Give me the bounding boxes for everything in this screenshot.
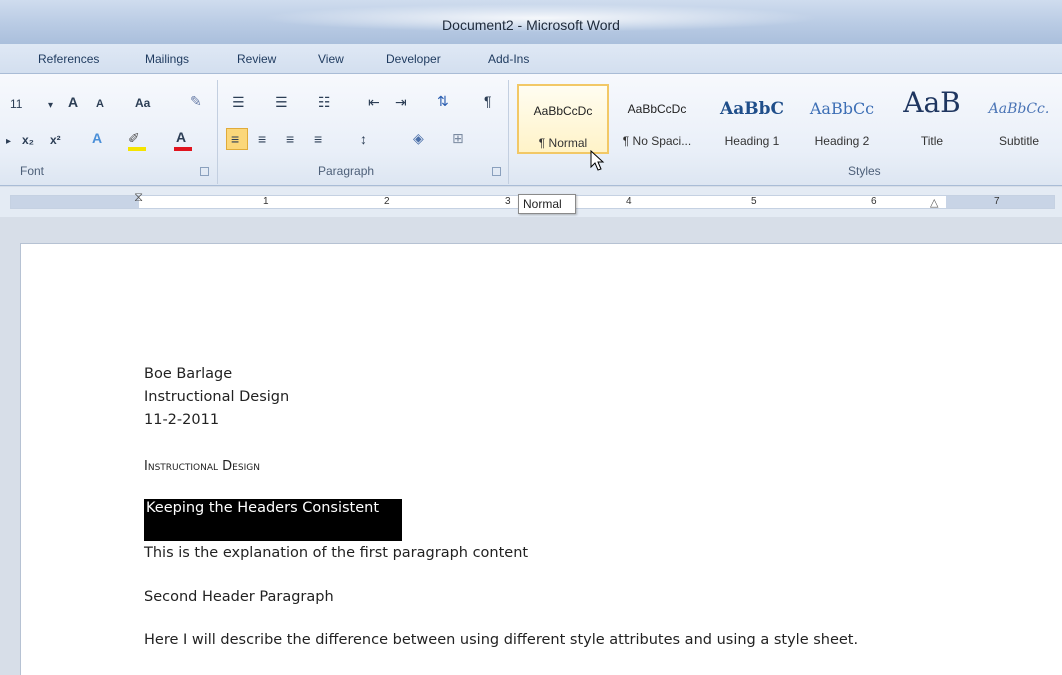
style-name: ¶ No Spaci... — [622, 134, 692, 148]
doc-paragraph-1[interactable]: This is the explanation of the first par… — [144, 545, 528, 561]
mouse-pointer-icon — [590, 150, 605, 171]
group-separator — [217, 80, 218, 184]
align-center-icon[interactable]: ≡ — [258, 131, 266, 147]
align-left-button[interactable]: ≡ — [226, 128, 248, 150]
styles-group-label: Styles — [848, 164, 881, 178]
align-right-icon[interactable]: ≡ — [286, 131, 294, 147]
tab-review[interactable]: Review — [237, 52, 276, 66]
style-preview: AaBbCcDc — [533, 104, 593, 118]
style-preview: AaBbC — [720, 99, 784, 119]
style-name: Heading 2 — [814, 134, 870, 148]
borders-icon[interactable]: ⊞ — [452, 130, 464, 146]
style-heading-1[interactable]: AaBbC Heading 1 — [706, 84, 798, 154]
subscript-icon[interactable]: x₂ — [22, 132, 34, 148]
text-effects-icon[interactable]: A — [92, 130, 102, 146]
ruler-number: 5 — [751, 196, 757, 207]
document-page[interactable]: Boe Barlage Instructional Design 11-2-20… — [20, 243, 1062, 675]
ruler-right-margin — [946, 196, 1054, 208]
style-name: Subtitle — [998, 134, 1040, 148]
tab-developer[interactable]: Developer — [386, 52, 441, 66]
style-no-spacing[interactable]: AaBbCcDc ¶ No Spaci... — [611, 84, 703, 154]
clear-formatting-icon[interactable]: ✎ — [190, 93, 202, 109]
style-heading-2[interactable]: AaBbCc Heading 2 — [796, 84, 888, 154]
doc-course[interactable]: Instructional Design — [144, 389, 289, 405]
decrease-indent-icon[interactable]: ⇤ — [368, 94, 380, 110]
shrink-font-icon[interactable]: A — [96, 96, 104, 112]
numbering-icon[interactable]: ☰ — [275, 94, 288, 110]
shading-icon[interactable]: ◈ — [413, 130, 424, 146]
ruler-number: 1 — [263, 196, 269, 207]
style-title[interactable]: AaB Title — [886, 84, 978, 154]
font-color-bar — [174, 147, 192, 151]
doc-date[interactable]: 11-2-2011 — [144, 412, 219, 428]
style-preview: AaBbCc — [809, 99, 875, 118]
highlight-color-bar — [128, 147, 146, 151]
sort-icon[interactable]: ⇅ — [437, 93, 449, 109]
title-bar: Document2 - Microsoft Word — [0, 0, 1062, 44]
bullets-icon[interactable]: ☰ — [232, 94, 245, 110]
group-separator — [508, 80, 509, 184]
tab-references[interactable]: References — [38, 52, 99, 66]
style-preview: AaBbCcDc — [627, 102, 687, 116]
change-case-icon[interactable]: Aa — [135, 95, 150, 111]
show-hide-pilcrow-icon[interactable]: ¶ — [484, 93, 492, 109]
paragraph-dialog-launcher[interactable] — [492, 167, 501, 176]
line-spacing-icon[interactable]: ↕ — [360, 131, 367, 147]
paragraph-group-label: Paragraph — [318, 164, 375, 178]
font-group-label: Font — [20, 164, 45, 178]
ruler-number: 3 — [505, 196, 511, 207]
doc-selected-header[interactable]: Keeping the Headers Consistent — [144, 499, 402, 541]
style-tooltip: Normal — [518, 194, 576, 214]
highlight-icon[interactable]: ✐ — [128, 130, 140, 146]
doc-paragraph-2[interactable]: Here I will describe the difference betw… — [144, 632, 858, 648]
ruler-left-margin — [11, 196, 139, 208]
font-size-box[interactable]: 11 — [10, 96, 22, 112]
superscript-icon[interactable]: x² — [50, 132, 61, 148]
indent-marker-icon[interactable]: ⧖ — [134, 189, 143, 205]
styles-gallery: AaBbCcDc ¶ Normal AaBbCcDc ¶ No Spaci...… — [514, 80, 1062, 158]
window-title: Document2 - Microsoft Word — [442, 17, 620, 33]
font-size-dropdown-icon[interactable]: ▾ — [48, 98, 53, 114]
doc-header-2[interactable]: Second Header Paragraph — [144, 589, 334, 605]
style-normal[interactable]: AaBbCcDc ¶ Normal — [517, 84, 609, 154]
doc-author[interactable]: Boe Barlage — [144, 366, 232, 382]
multilevel-list-icon[interactable]: ☷ — [318, 94, 331, 110]
grow-font-icon[interactable]: A — [68, 94, 78, 110]
ruler-number: 2 — [384, 196, 390, 207]
doc-title[interactable]: Instructional Design — [144, 459, 260, 474]
style-name: Title — [920, 134, 944, 148]
style-name: ¶ Normal — [538, 136, 588, 150]
align-left-icon: ≡ — [231, 131, 240, 147]
style-preview: AaBbCc. — [988, 101, 1050, 117]
font-color-icon[interactable]: A — [176, 129, 186, 145]
right-indent-marker-icon[interactable]: △ — [930, 196, 938, 209]
style-name: Heading 1 — [724, 134, 780, 148]
style-subtitle[interactable]: AaBbCc. Subtitle — [978, 84, 1060, 154]
ruler-number: 6 — [871, 196, 877, 207]
increase-indent-icon[interactable]: ⇥ — [395, 94, 407, 110]
ruler-number: 4 — [626, 196, 632, 207]
ribbon: 11 ▾ A A Aa ✎ ▸ x₂ x² A ✐ A Font ☰ ☰ ☷ ⇤… — [0, 74, 1062, 186]
font-dialog-launcher[interactable] — [200, 167, 209, 176]
tab-add-ins[interactable]: Add-Ins — [488, 52, 529, 66]
justify-icon[interactable]: ≡ — [314, 131, 322, 147]
style-preview: AaB — [903, 86, 961, 119]
ruler-number: 7 — [994, 196, 1000, 207]
ribbon-tabs: References Mailings Review View Develope… — [0, 44, 1062, 74]
strikethrough-icon[interactable]: ▸ — [6, 134, 11, 150]
tab-mailings[interactable]: Mailings — [145, 52, 189, 66]
tab-view[interactable]: View — [318, 52, 344, 66]
